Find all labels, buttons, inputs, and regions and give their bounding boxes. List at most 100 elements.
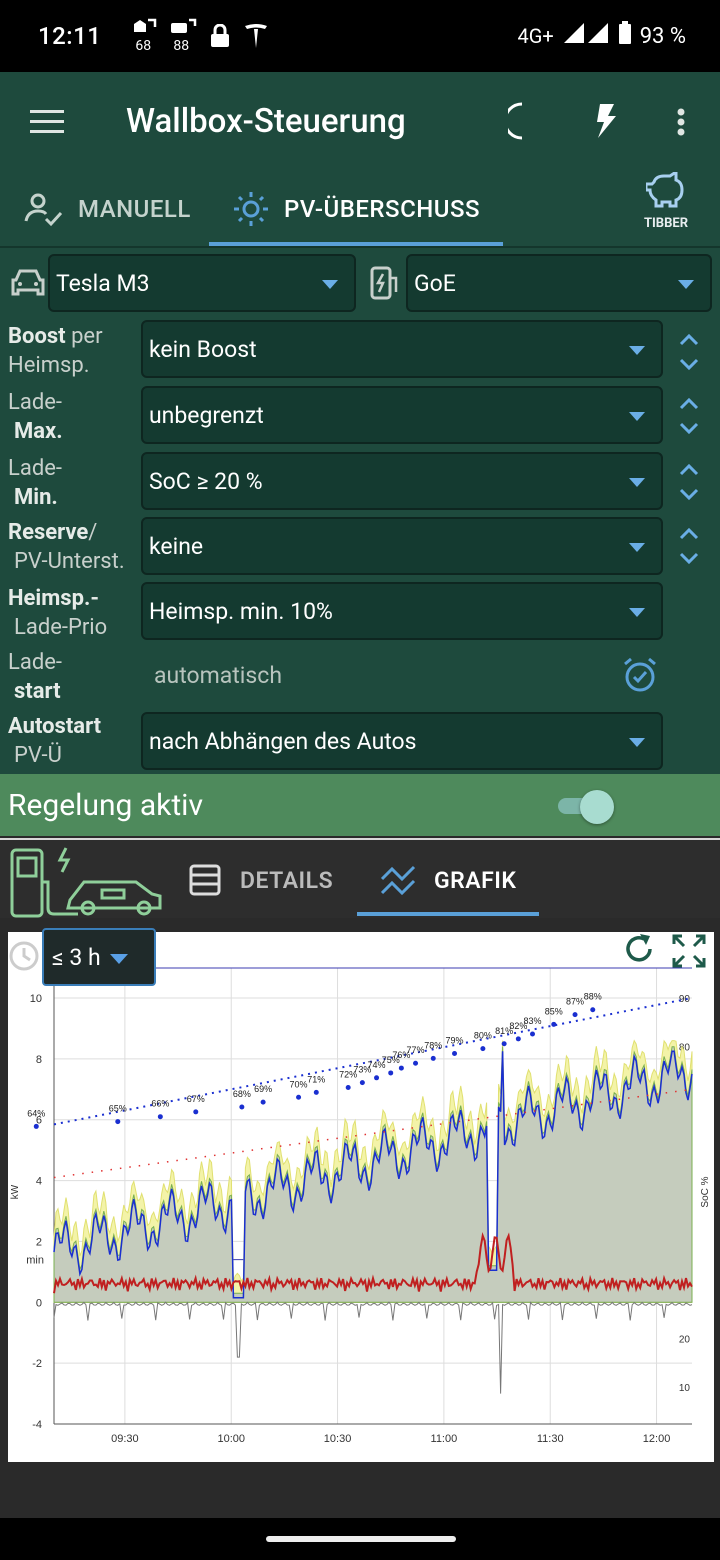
soc-label: 77% [407, 1045, 425, 1055]
heimsp-value: Heimsp. min. 10% [149, 597, 333, 625]
autostart-select[interactable]: nach Abhängen des Autos [141, 712, 663, 770]
user-check-icon [24, 193, 63, 227]
battery-percent: 93 % [639, 23, 686, 49]
tibber-label: TIBBER [643, 216, 689, 231]
vehicle-select[interactable]: Tesla M3 [48, 254, 356, 312]
status-badge-1: 68 [135, 38, 152, 54]
more-options-icon[interactable] [676, 108, 686, 140]
boost-label: Boost per Heimsp. [8, 324, 103, 378]
soc-label: 69% [254, 1084, 272, 1094]
soc-label: 83% [523, 1016, 541, 1026]
tab-pv-ueberschuss[interactable]: PV-ÜBERSCHUSS [232, 170, 480, 248]
y-tick-label: -4 [32, 1419, 42, 1431]
soc-label: 65% [109, 1104, 127, 1114]
fullscreen-icon[interactable] [672, 934, 706, 972]
tab-grafik[interactable]: GRAFIK [380, 840, 516, 920]
status-bar: 12:11 68 88 4G+ 93 % [0, 0, 720, 72]
x-tick-label: 10:30 [324, 1433, 352, 1445]
soc-point [590, 1007, 596, 1013]
lademax-updown-icon[interactable] [678, 396, 700, 436]
y-axis-label: kW [10, 1184, 21, 1199]
alarm-clock-icon[interactable] [622, 656, 658, 698]
soc-point [374, 1075, 380, 1081]
autostart-value: nach Abhängen des Autos [149, 727, 417, 755]
vehicle-value: Tesla M3 [56, 269, 150, 297]
soc-label: 80% [474, 1031, 492, 1041]
y-tick-label: -2 [32, 1358, 42, 1370]
status-badge-2: 88 [173, 38, 190, 54]
soc-point [398, 1065, 404, 1071]
lademax-label: Lade- Max. [8, 390, 63, 444]
x-tick-label: 11:00 [431, 1433, 458, 1445]
x-tick-label: 11:30 [537, 1433, 564, 1445]
soc-point [260, 1099, 266, 1105]
lademin-value: SoC ≥ 20 % [149, 467, 263, 495]
soc-label: 79% [446, 1035, 464, 1045]
car-temperature-icon: 88 [169, 16, 197, 56]
x-tick-label: 09:30 [111, 1433, 139, 1445]
menu-icon[interactable] [30, 110, 66, 138]
soc-label: 68% [233, 1089, 251, 1099]
soc-point [430, 1055, 436, 1061]
power-chart-svg: 09:30 10:00 10:30 11:00 11:30 12:001086420-2-… [10, 967, 711, 1445]
time-range-value: ≤ 3 h [52, 943, 101, 971]
y-tick-label: 10 [30, 993, 42, 1005]
list-icon [189, 864, 221, 896]
boost-value: kein Boost [149, 335, 257, 363]
soc-point [572, 1012, 578, 1018]
min-label: min [26, 1255, 44, 1267]
regelung-toggle[interactable] [558, 790, 614, 824]
home-indicator[interactable] [266, 1536, 456, 1542]
lademin-select[interactable]: SoC ≥ 20 % [141, 452, 663, 510]
x-tick-label: 12:00 [643, 1433, 671, 1445]
soc-point [452, 1050, 458, 1056]
night-mode-icon[interactable] [503, 102, 540, 144]
flash-icon[interactable] [594, 102, 618, 144]
tesla-logo-icon [243, 16, 269, 56]
soc-point [551, 1021, 557, 1027]
lademax-select[interactable]: unbegrenzt [141, 386, 663, 444]
ev-charging-illustration-icon [8, 842, 168, 922]
reserve-value: keine [149, 532, 204, 560]
time-range-select[interactable]: ≤ 3 h [42, 928, 156, 986]
chart-area: 09:30 10:00 10:30 11:00 11:30 12:00 10 8 6 4 2 0 -2-… [0, 918, 720, 1518]
boost-select[interactable]: kein Boost [141, 320, 663, 378]
tibber-button[interactable]: TIBBER [636, 169, 696, 231]
mode-tabs: MANUELL PV-ÜBERSCHUSS [0, 170, 720, 248]
temperature-icon: 68 [131, 16, 157, 56]
tab2-indicator [357, 912, 539, 916]
reserve-select[interactable]: keine [141, 517, 663, 575]
soc-point [313, 1089, 319, 1095]
regelung-label: Regelung aktiv [8, 787, 203, 823]
pv-area [53, 1046, 693, 1303]
wallbox-value: GoE [414, 269, 456, 297]
ladestart-value: automatisch [154, 662, 282, 689]
piggy-bank-icon [644, 169, 684, 208]
wallbox-select[interactable]: GoE [406, 254, 712, 312]
tab-manuell[interactable]: MANUELL [24, 170, 191, 248]
reserve-updown-icon[interactable] [678, 526, 700, 566]
soc-label: 71% [307, 1074, 325, 1084]
power-chart: 09:30 10:00 10:30 11:00 11:30 12:00 10 8 6 4 2 0 -2-… [8, 932, 714, 1462]
car-icon [10, 268, 46, 302]
tab-manuell-label: MANUELL [78, 195, 191, 223]
soc-point [345, 1085, 351, 1091]
soc-label: 87% [566, 997, 584, 1007]
ev-station-icon [370, 266, 400, 304]
soc-point [115, 1119, 121, 1125]
refresh-icon[interactable] [622, 932, 656, 970]
tab-details[interactable]: DETAILS [188, 840, 333, 920]
y-tick-label: 0 [36, 1297, 42, 1309]
soc-label: 66% [151, 1099, 169, 1109]
soc-label: 88% [584, 992, 602, 1002]
sun-icon [234, 192, 268, 226]
boost-updown-icon[interactable] [678, 332, 700, 372]
grid-exchange-line [53, 1301, 693, 1394]
settings-form: Tesla M3 GoE Boost per Heimsp. kein Boost… [0, 248, 720, 774]
lademin-updown-icon[interactable] [678, 462, 700, 502]
soc-point [413, 1060, 419, 1066]
app-title: Wallbox-Steuerung [126, 102, 406, 141]
heimsp-select[interactable]: Heimsp. min. 10% [141, 582, 663, 640]
soc-point [480, 1046, 486, 1052]
soc-point [239, 1104, 245, 1110]
